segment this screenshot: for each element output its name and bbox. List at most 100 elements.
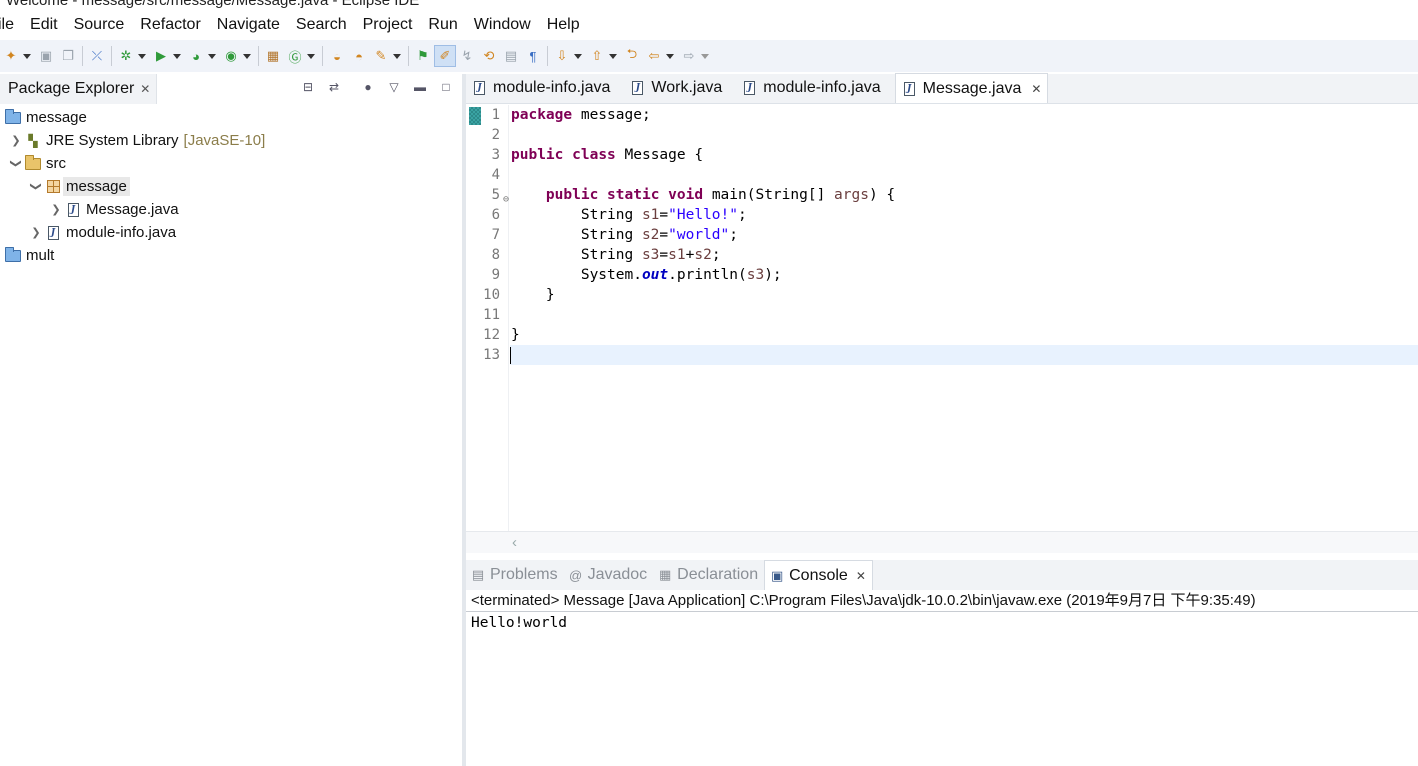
new-class-dropdown-icon[interactable] — [307, 53, 315, 59]
menu-help[interactable]: Help — [547, 16, 580, 34]
tab-declaration[interactable]: ▦ Declaration — [653, 560, 764, 590]
package-explorer-tab[interactable]: Package Explorer ✕ — [0, 74, 158, 104]
open-task-icon[interactable]: ◓ — [349, 46, 369, 66]
previous-annotation-dropdown-icon[interactable] — [609, 53, 617, 59]
line-number: 2 — [491, 127, 500, 143]
line-number: 5 — [491, 187, 500, 203]
menu-search[interactable]: Search — [296, 16, 347, 34]
line-number: 8 — [491, 247, 500, 263]
forward-icon[interactable]: ⇨ — [679, 46, 699, 66]
tree-item-message-java[interactable]: ❯ J Message.java — [0, 198, 462, 221]
tree-item-package-message[interactable]: ❯ message — [0, 175, 462, 198]
link-with-editor-icon[interactable]: ⇄ — [326, 80, 342, 94]
skip-breakpoints-icon[interactable]: ⤫ — [87, 46, 107, 66]
scroll-left-icon[interactable]: ‹ — [512, 534, 517, 551]
close-icon[interactable]: ✕ — [1031, 82, 1041, 96]
coverage-icon[interactable]: ◕ — [186, 46, 206, 66]
menu-window[interactable]: Window — [474, 16, 531, 34]
tab-console[interactable]: ▣ Console ✕ — [764, 560, 873, 590]
run-dropdown-icon[interactable] — [173, 53, 181, 59]
show-whitespace-icon[interactable]: ▤ — [501, 46, 521, 66]
previous-annotation-icon[interactable]: ⇧ — [587, 46, 607, 66]
menu-navigate[interactable]: Navigate — [217, 16, 280, 34]
tab-problems[interactable]: ▤ Problems — [466, 560, 564, 590]
last-edit-location-icon[interactable]: ⮌ — [622, 46, 642, 66]
tree-item-jre[interactable]: ❯ ▚ JRE System Library [JavaSE-10] — [0, 129, 462, 152]
menu-run[interactable]: Run — [428, 16, 457, 34]
new-dropdown-icon[interactable] — [23, 53, 31, 59]
focus-icon[interactable]: ● — [360, 80, 376, 94]
tree-item-module-info[interactable]: ❯ J module-info.java — [0, 221, 462, 244]
tab-label: Javadoc — [587, 566, 648, 583]
maximize-icon[interactable]: □ — [438, 80, 454, 94]
new-java-class-icon[interactable]: Ⓖ — [285, 46, 305, 66]
back-dropdown-icon[interactable] — [666, 53, 674, 59]
editor-tab-work[interactable]: J Work.java — [624, 73, 736, 103]
next-annotation-dropdown-icon[interactable] — [574, 53, 582, 59]
next-annotation-icon[interactable]: ⇩ — [552, 46, 572, 66]
mark-occurrences-icon[interactable]: ✐ — [434, 45, 456, 67]
tree-item-src[interactable]: ❯ src — [0, 152, 462, 175]
menu-refactor[interactable]: Refactor — [140, 16, 200, 34]
jre-version-decoration: [JavaSE-10] — [183, 132, 266, 149]
chevron-right-icon[interactable]: ❯ — [8, 134, 24, 147]
search-icon[interactable]: ✎ — [371, 46, 391, 66]
search-dropdown-icon[interactable] — [393, 53, 401, 59]
code-editor[interactable]: 1 2 3 4 5 ⊖ 6 7 8 9 10 11 12 13 package m… — [466, 105, 1418, 531]
tab-label: Problems — [490, 566, 558, 583]
open-type-icon[interactable]: ◒ — [327, 46, 347, 66]
pilcrow-icon[interactable]: ¶ — [523, 46, 543, 66]
tree-item-project-mult[interactable]: mult — [0, 244, 462, 267]
new-icon[interactable]: ✦ — [1, 46, 21, 66]
toolbar-separator — [408, 46, 409, 66]
coverage-dropdown-icon[interactable] — [208, 53, 216, 59]
line-number: 12 — [483, 327, 500, 343]
save-all-icon[interactable]: ❐ — [58, 46, 78, 66]
view-menu-icon[interactable]: ▽ — [386, 80, 402, 94]
block-selection-icon[interactable]: ↯ — [457, 46, 477, 66]
tree-item-project-message[interactable]: message — [0, 106, 462, 129]
console-tab-bar: ▤ Problems @ Javadoc ▦ Declaration ▣ Con… — [466, 560, 1418, 590]
debug-icon[interactable]: ✲ — [116, 46, 136, 66]
menu-project[interactable]: Project — [363, 16, 413, 34]
external-tools-icon[interactable]: ◉ — [221, 46, 241, 66]
tree-item-label: module-info.java — [66, 224, 177, 241]
forward-dropdown-icon[interactable] — [701, 53, 709, 59]
editor-tab-message[interactable]: J Message.java ✕ — [894, 73, 1049, 103]
chevron-right-icon[interactable]: ❯ — [48, 203, 64, 216]
tab-label: module-info.java — [763, 79, 881, 96]
tree-item-label: message — [26, 109, 87, 126]
close-icon[interactable]: ✕ — [856, 569, 866, 583]
menu-edit[interactable]: Edit — [30, 16, 58, 34]
chevron-down-icon[interactable]: ❯ — [30, 179, 43, 195]
editor-tab-module-info[interactable]: J module-info.java — [466, 73, 624, 103]
console-output[interactable]: Hello!world — [466, 612, 1418, 634]
chevron-right-icon[interactable]: ❯ — [28, 226, 44, 239]
menu-file[interactable]: ile — [0, 16, 14, 34]
new-java-package-icon[interactable]: ▦ — [263, 46, 283, 66]
word-wrap-icon[interactable]: ⟲ — [479, 46, 499, 66]
package-explorer-panel: Package Explorer ✕ ⊟ ⇄ ● ▽ ▬ □ message ❯… — [0, 74, 462, 766]
editor-horizontal-scrollbar[interactable]: ‹ — [466, 531, 1418, 553]
debug-dropdown-icon[interactable] — [138, 53, 146, 59]
run-icon[interactable]: ▶ — [151, 46, 171, 66]
editor-tab-bar: J module-info.java J Work.java J module-… — [466, 73, 1418, 104]
toggle-breadcrumb-icon[interactable]: ⚑ — [413, 46, 433, 66]
tab-javadoc[interactable]: @ Javadoc — [564, 560, 654, 590]
collapse-all-icon[interactable]: ⊟ — [300, 80, 316, 94]
code-text[interactable]: package message; public class Message { … — [510, 105, 1418, 365]
toolbar-separator — [547, 46, 548, 66]
chevron-down-icon[interactable]: ❯ — [10, 156, 23, 172]
minimize-icon[interactable]: ▬ — [412, 80, 428, 94]
menu-bar: ile Edit Source Refactor Navigate Search… — [0, 12, 1418, 38]
line-number: 1 — [491, 107, 500, 123]
external-tools-dropdown-icon[interactable] — [243, 53, 251, 59]
editor-tab-module-info-2[interactable]: J module-info.java — [736, 73, 894, 103]
back-icon[interactable]: ⇦ — [644, 46, 664, 66]
save-icon[interactable]: ▣ — [36, 46, 56, 66]
tree-item-label: Message.java — [86, 201, 179, 218]
menu-source[interactable]: Source — [74, 16, 125, 34]
close-icon[interactable]: ✕ — [140, 82, 150, 96]
source-folder-icon — [24, 154, 42, 172]
